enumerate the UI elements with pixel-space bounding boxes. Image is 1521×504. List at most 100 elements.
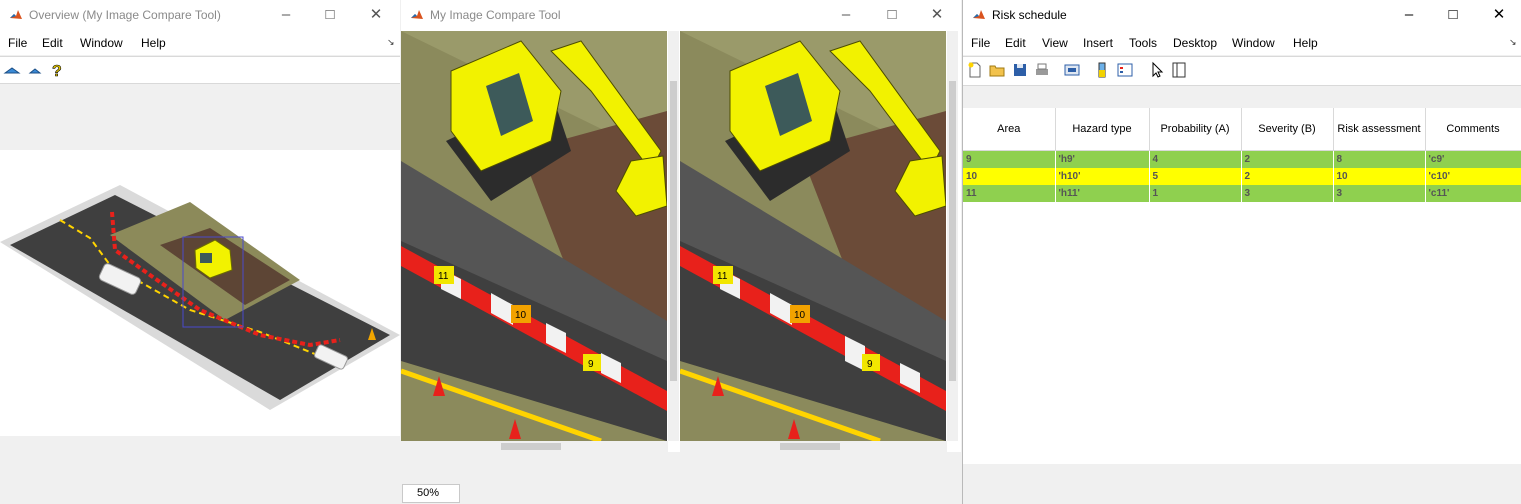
svg-text:11: 11: [438, 271, 449, 282]
window-title: Risk schedule: [992, 8, 1067, 22]
menu-edit[interactable]: Edit: [1005, 36, 1026, 50]
link-plot-icon[interactable]: [1063, 61, 1081, 79]
close-button[interactable]: ✕: [1489, 6, 1509, 26]
menu-help[interactable]: Help: [1293, 36, 1318, 50]
cell-severity[interactable]: 2: [1241, 150, 1334, 168]
column-header-area[interactable]: Area: [963, 108, 1056, 151]
marker-10[interactable]: 10: [511, 305, 531, 323]
minimize-button[interactable]: –: [276, 6, 296, 26]
maximize-button[interactable]: □: [320, 6, 340, 26]
table-row[interactable]: 10 'h10' 5 2 10 'c10': [963, 168, 1521, 185]
cell-probability[interactable]: 1: [1149, 185, 1242, 202]
window-title: Overview (My Image Compare Tool): [29, 8, 221, 22]
cell-severity[interactable]: 3: [1241, 185, 1334, 202]
right-image-panel[interactable]: 11 10 9: [680, 31, 946, 441]
zoom-level[interactable]: 50%: [402, 484, 460, 503]
new-file-icon[interactable]: [966, 61, 984, 79]
menu-desktop[interactable]: Desktop: [1173, 36, 1217, 50]
menu-view[interactable]: View: [1042, 36, 1068, 50]
left-vertical-scrollbar[interactable]: [668, 31, 679, 441]
menu-edit[interactable]: Edit: [42, 36, 63, 50]
menu-insert[interactable]: Insert: [1083, 36, 1113, 50]
window-title: My Image Compare Tool: [430, 8, 561, 22]
cell-hazard[interactable]: 'h10': [1055, 168, 1150, 185]
right-horizontal-scrollbar[interactable]: [680, 441, 947, 452]
maximize-button[interactable]: □: [1443, 6, 1463, 26]
menu-file[interactable]: File: [971, 36, 990, 50]
table-row[interactable]: 11 'h11' 1 3 3 'c11': [963, 185, 1521, 202]
column-header-comments[interactable]: Comments: [1425, 108, 1521, 151]
cell-severity[interactable]: 2: [1241, 168, 1334, 185]
open-folder-icon[interactable]: [988, 61, 1006, 79]
zoom-in-icon[interactable]: [3, 61, 21, 79]
marker-9[interactable]: 9: [862, 354, 880, 371]
close-button[interactable]: ✕: [366, 6, 386, 26]
overview-window: Overview (My Image Compare Tool) – □ ✕ F…: [0, 0, 400, 504]
scroll-thumb[interactable]: [780, 443, 840, 450]
matlab-logo-icon: [973, 10, 985, 19]
cell-risk[interactable]: 8: [1333, 150, 1426, 168]
save-icon[interactable]: [1011, 61, 1029, 79]
zoom-out-icon[interactable]: [26, 61, 44, 79]
minimize-button[interactable]: –: [1399, 6, 1419, 26]
cell-area[interactable]: 10: [963, 168, 1056, 185]
column-header-probability[interactable]: Probability (A): [1149, 108, 1242, 151]
cell-comment[interactable]: 'c11': [1425, 185, 1521, 202]
right-vertical-scrollbar[interactable]: [947, 31, 958, 441]
cell-hazard[interactable]: 'h11': [1055, 185, 1150, 202]
risk-table[interactable]: Area Hazard type Probability (A) Severit…: [963, 108, 1521, 464]
svg-text:?: ?: [52, 63, 62, 79]
marker-11[interactable]: 11: [713, 266, 733, 284]
menu-window[interactable]: Window: [80, 36, 123, 50]
left-horizontal-scrollbar[interactable]: [401, 441, 668, 452]
risk-titlebar[interactable]: Risk schedule – □ ✕: [963, 0, 1521, 31]
cell-comment[interactable]: 'c9': [1425, 150, 1521, 168]
scroll-thumb[interactable]: [670, 81, 677, 381]
minimize-button[interactable]: –: [836, 6, 856, 26]
menu-help[interactable]: Help: [141, 36, 166, 50]
maximize-button[interactable]: □: [882, 6, 902, 26]
cell-risk[interactable]: 3: [1333, 185, 1426, 202]
close-button[interactable]: ✕: [927, 6, 947, 26]
scroll-thumb[interactable]: [949, 81, 956, 381]
overview-titlebar[interactable]: Overview (My Image Compare Tool) – □ ✕: [0, 0, 400, 31]
column-header-risk-assessment[interactable]: Risk assessment: [1333, 108, 1426, 151]
property-inspector-icon[interactable]: [1170, 61, 1188, 79]
scroll-thumb[interactable]: [501, 443, 561, 450]
dock-arrow-icon[interactable]: ↘: [1509, 37, 1517, 48]
column-header-severity[interactable]: Severity (B): [1241, 108, 1334, 151]
cell-probability[interactable]: 4: [1149, 150, 1242, 168]
header-row: Area Hazard type Probability (A) Severit…: [963, 108, 1521, 151]
cell-risk[interactable]: 10: [1333, 168, 1426, 185]
colorbar-icon[interactable]: [1093, 61, 1111, 79]
compare-window: My Image Compare Tool – □ ✕ 11 10 9 11 1…: [401, 0, 961, 504]
help-icon[interactable]: ?: [48, 61, 66, 79]
marker-9[interactable]: 9: [583, 354, 601, 371]
status-strip: [401, 452, 961, 504]
svg-text:9: 9: [867, 359, 873, 370]
cell-comment[interactable]: 'c10': [1425, 168, 1521, 185]
matlab-logo-icon: [10, 10, 22, 19]
column-header-hazard-type[interactable]: Hazard type: [1055, 108, 1150, 151]
overview-toolbar: ?: [0, 56, 400, 84]
cell-area[interactable]: 9: [963, 150, 1056, 168]
marker-10[interactable]: 10: [790, 305, 810, 323]
svg-text:11: 11: [717, 271, 728, 282]
site-closeup-image-left: 11 10 9: [401, 31, 667, 441]
cell-probability[interactable]: 5: [1149, 168, 1242, 185]
menu-tools[interactable]: Tools: [1129, 36, 1157, 50]
menu-window[interactable]: Window: [1232, 36, 1275, 50]
table-row[interactable]: 9 'h9' 4 2 8 'c9': [963, 150, 1521, 168]
print-icon[interactable]: [1033, 61, 1051, 79]
menu-file[interactable]: File: [8, 36, 27, 50]
compare-titlebar[interactable]: My Image Compare Tool – □ ✕: [401, 0, 961, 31]
marker-11[interactable]: 11: [434, 266, 454, 284]
cell-area[interactable]: 11: [963, 185, 1056, 202]
cell-hazard[interactable]: 'h9': [1055, 150, 1150, 168]
legend-icon[interactable]: [1116, 61, 1134, 79]
overview-canvas[interactable]: [0, 150, 400, 436]
left-image-panel[interactable]: 11 10 9: [401, 31, 667, 441]
pointer-icon[interactable]: [1148, 61, 1166, 79]
dock-arrow-icon[interactable]: ↘: [387, 37, 395, 48]
risk-menubar: File Edit View Insert Tools Desktop Wind…: [963, 31, 1521, 55]
